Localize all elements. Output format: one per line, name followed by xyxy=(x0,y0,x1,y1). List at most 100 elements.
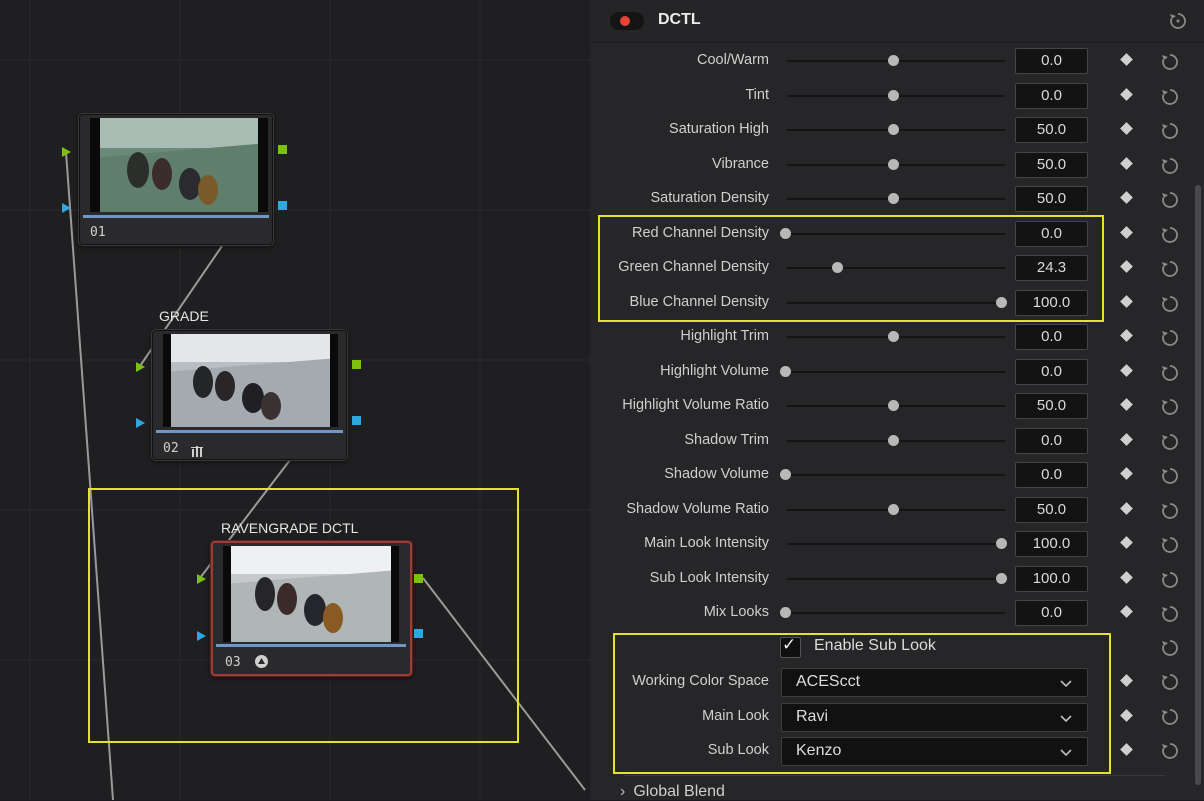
reset-icon[interactable] xyxy=(1160,432,1178,450)
value-field[interactable]: 0.0 xyxy=(1015,324,1088,350)
node-03-alpha-input[interactable] xyxy=(197,631,206,641)
reset-icon[interactable] xyxy=(1160,190,1178,208)
keyframe-icon[interactable] xyxy=(1120,225,1133,239)
node-03-rgb-input[interactable] xyxy=(197,574,206,584)
reset-icon[interactable] xyxy=(1160,294,1178,312)
slider-knob[interactable] xyxy=(996,572,1007,584)
scrollbar[interactable] xyxy=(1195,185,1201,785)
dropdown-select[interactable]: Kenzo xyxy=(781,737,1088,766)
reset-icon[interactable] xyxy=(1160,87,1178,105)
keyframe-icon[interactable] xyxy=(1120,708,1133,722)
keyframe-icon[interactable] xyxy=(1120,53,1133,66)
keyframe-icon[interactable] xyxy=(1120,260,1133,273)
keyframe-icon[interactable] xyxy=(1120,501,1133,515)
slider-knob[interactable] xyxy=(888,89,899,101)
reset-icon[interactable] xyxy=(1160,121,1178,139)
slider-knob[interactable] xyxy=(888,400,899,411)
value-field[interactable]: 50.0 xyxy=(1015,117,1088,143)
node-01-rgb-output[interactable] xyxy=(278,145,287,154)
value-field[interactable]: 0.0 xyxy=(1015,358,1088,385)
slider-knob[interactable] xyxy=(888,55,899,66)
value-field[interactable]: 0.0 xyxy=(1015,427,1088,454)
value-field[interactable]: 50.0 xyxy=(1015,151,1088,178)
global-blend-section[interactable]: › Global Blend xyxy=(620,783,725,801)
reset-icon[interactable] xyxy=(1160,397,1178,415)
reset-icon[interactable] xyxy=(1160,570,1178,588)
slider-knob[interactable] xyxy=(780,365,791,377)
node-graph[interactable]: 01 GRADE 02 RAVENGRADE DCTL 03 xyxy=(0,0,590,800)
node-02-rgb-input[interactable] xyxy=(136,362,145,372)
keyframe-icon[interactable] xyxy=(1120,329,1133,342)
value-field[interactable]: 0.0 xyxy=(1015,48,1088,74)
keyframe-icon[interactable] xyxy=(1120,398,1133,411)
keyframe-icon[interactable] xyxy=(1120,605,1133,618)
param-row: Shadow Trim 0.0 xyxy=(590,426,1204,456)
slider-knob[interactable] xyxy=(780,469,791,480)
value-field[interactable]: 50.0 xyxy=(1015,393,1088,419)
value-field[interactable]: 50.0 xyxy=(1015,496,1088,523)
node-01-alpha-input[interactable] xyxy=(62,203,71,213)
keyframe-icon[interactable] xyxy=(1120,467,1133,480)
keyframe-icon[interactable] xyxy=(1120,87,1133,101)
reset-icon[interactable] xyxy=(1160,328,1178,346)
slider-knob[interactable] xyxy=(888,331,899,342)
node-03-alpha-output[interactable] xyxy=(414,629,423,638)
reset-icon[interactable] xyxy=(1160,535,1178,553)
slider-knob[interactable] xyxy=(888,503,899,515)
keyframe-icon[interactable] xyxy=(1120,674,1133,687)
keyframe-icon[interactable] xyxy=(1120,536,1133,549)
reset-icon[interactable] xyxy=(1160,672,1178,690)
reset-icon[interactable] xyxy=(1160,604,1178,622)
reset-icon[interactable] xyxy=(1160,707,1178,725)
node-01[interactable]: 01 xyxy=(79,114,273,245)
reset-all-icon[interactable] xyxy=(1168,11,1186,29)
slider-track[interactable] xyxy=(787,370,1005,373)
node-02-alpha-output[interactable] xyxy=(352,416,361,425)
slider-knob[interactable] xyxy=(780,607,791,618)
keyframe-icon[interactable] xyxy=(1120,294,1133,308)
keyframe-icon[interactable] xyxy=(1120,432,1133,446)
reset-icon[interactable] xyxy=(1160,501,1178,519)
slider-track[interactable] xyxy=(787,577,1005,580)
keyframe-icon[interactable] xyxy=(1120,743,1133,756)
node-03[interactable]: 03 xyxy=(211,541,412,676)
reset-icon[interactable] xyxy=(1160,156,1178,174)
slider-knob[interactable] xyxy=(888,158,899,170)
reset-icon[interactable] xyxy=(1160,259,1178,277)
dropdown-select[interactable]: Ravi xyxy=(781,702,1088,732)
dropdown-select[interactable]: ACEScct xyxy=(781,668,1088,697)
reset-icon[interactable] xyxy=(1160,225,1178,243)
enable-sub-look-checkbox[interactable]: ✓ xyxy=(780,635,801,658)
value-field[interactable]: 0.0 xyxy=(1015,462,1088,488)
reset-icon[interactable] xyxy=(1160,638,1178,656)
slider-track[interactable] xyxy=(787,474,1005,476)
slider-knob[interactable] xyxy=(996,538,1007,549)
slider-knob[interactable] xyxy=(888,434,899,446)
keyframe-icon[interactable] xyxy=(1120,570,1133,584)
enable-toggle[interactable] xyxy=(610,12,644,30)
slider-track[interactable] xyxy=(787,543,1005,545)
node-03-rgb-output[interactable] xyxy=(414,574,423,583)
reset-icon[interactable] xyxy=(1160,466,1178,484)
enable-sub-look-label: Enable Sub Look xyxy=(814,637,936,654)
slider-knob[interactable] xyxy=(888,193,899,204)
node-01-alpha-output[interactable] xyxy=(278,201,287,210)
node-02-alpha-input[interactable] xyxy=(136,418,145,428)
keyframe-icon[interactable] xyxy=(1120,156,1133,170)
value-field[interactable]: 50.0 xyxy=(1015,186,1088,212)
slider-track[interactable] xyxy=(787,612,1005,614)
node-02-rgb-output[interactable] xyxy=(352,360,361,369)
keyframe-icon[interactable] xyxy=(1120,191,1133,204)
keyframe-icon[interactable] xyxy=(1120,363,1133,377)
reset-icon[interactable] xyxy=(1160,363,1178,381)
node-01-rgb-input[interactable] xyxy=(62,147,71,157)
value-field[interactable]: 100.0 xyxy=(1015,531,1088,557)
value-field[interactable]: 0.0 xyxy=(1015,600,1088,626)
reset-icon[interactable] xyxy=(1160,52,1178,70)
value-field[interactable]: 0.0 xyxy=(1015,82,1088,109)
node-02[interactable]: 02 xyxy=(152,330,347,460)
reset-icon[interactable] xyxy=(1160,741,1178,759)
keyframe-icon[interactable] xyxy=(1120,122,1133,135)
slider-knob[interactable] xyxy=(888,124,899,135)
value-field[interactable]: 100.0 xyxy=(1015,565,1088,592)
